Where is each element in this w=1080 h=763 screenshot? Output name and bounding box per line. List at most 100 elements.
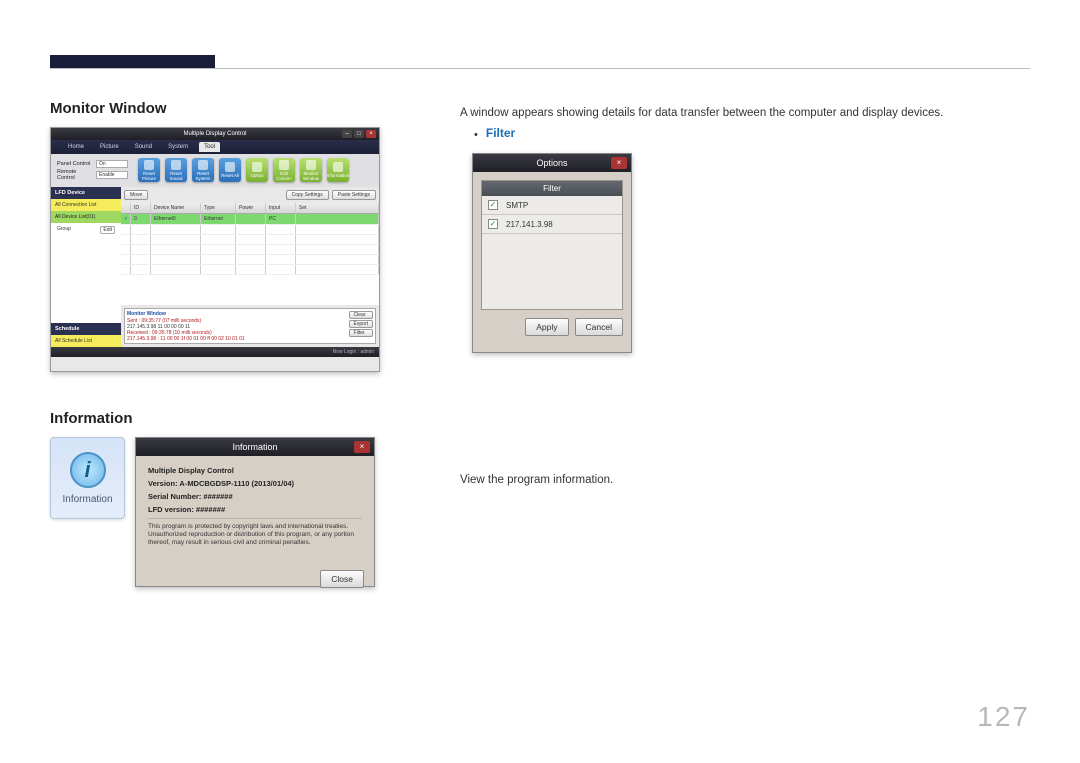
- reset-system-button[interactable]: Reset System: [192, 158, 214, 182]
- information-dialog: Information × Multiple Display Control V…: [135, 437, 375, 587]
- info-program-name: Multiple Display Control: [148, 466, 362, 475]
- information-label: Information: [327, 173, 350, 178]
- table-row: [121, 255, 379, 265]
- main-area: Move Copy Settings Paste Settings ID Dev…: [121, 187, 379, 347]
- panel-control-select[interactable]: On: [96, 160, 128, 168]
- reset-picture-label: Reset Picture: [138, 171, 160, 181]
- app-title: Multiple Display Control: [183, 131, 246, 137]
- col-input[interactable]: Input: [266, 203, 296, 213]
- sidebar-header-lfd: LFD Device: [51, 187, 121, 199]
- header-divider: [50, 68, 1030, 69]
- close-icon[interactable]: ×: [354, 441, 370, 453]
- close-icon[interactable]: ×: [611, 157, 627, 169]
- reset-sound-icon: [171, 160, 181, 170]
- filter-row[interactable]: ✓ SMTP: [482, 196, 622, 215]
- tab-tool[interactable]: Tool: [199, 142, 220, 152]
- filter-item-label: 217.141.3.98: [506, 220, 553, 229]
- log-filter-button[interactable]: Filter: [349, 329, 373, 337]
- log-export-button[interactable]: Export: [349, 320, 373, 328]
- tab-home[interactable]: Home: [63, 142, 89, 152]
- checkbox-icon[interactable]: ✓: [488, 200, 498, 210]
- checkbox-icon[interactable]: ✓: [488, 219, 498, 229]
- col-name[interactable]: Device Name: [151, 203, 201, 213]
- info-dialog-titlebar: Information ×: [136, 438, 374, 456]
- table-row: [121, 235, 379, 245]
- table-row[interactable]: ✓ 0 Ethernet0 Ethernet PC: [121, 214, 379, 225]
- filter-row[interactable]: ✓ 217.141.3.98: [482, 215, 622, 234]
- monitor-window-label: Monitor Window: [300, 171, 322, 181]
- cell-id: 0: [131, 214, 151, 224]
- move-button[interactable]: Move: [124, 190, 148, 200]
- filter-dialog-titlebar: Options ×: [473, 154, 631, 172]
- col-set[interactable]: Set: [296, 203, 379, 213]
- tab-system[interactable]: System: [163, 142, 193, 152]
- edit-column-button[interactable]: Edit Column: [273, 158, 295, 182]
- monitor-log-panel: Monitor Window Sent : 09:35:77 (07 milli…: [124, 308, 376, 344]
- cell-power: [236, 214, 266, 224]
- page-number: 127: [977, 701, 1030, 733]
- reset-sound-label: Reset Sound: [165, 171, 187, 181]
- cell-input: PC: [266, 214, 296, 224]
- sidebar-item-all-device[interactable]: All Device List(01): [51, 211, 121, 223]
- reset-system-icon: [198, 160, 208, 170]
- tab-sound[interactable]: Sound: [130, 142, 157, 152]
- device-table: ID Device Name Type Power Input Set ✓ 0 …: [121, 203, 379, 305]
- reset-all-icon: [225, 162, 235, 172]
- monitor-window-description: A window appears showing details for dat…: [460, 104, 1030, 122]
- remote-control-select[interactable]: Enable: [96, 171, 128, 179]
- info-version: Version: A-MDCBGDSP-1110 (2013/01/04): [148, 479, 362, 488]
- sidebar-group-label: Group: [57, 226, 71, 234]
- col-id[interactable]: ID: [131, 203, 151, 213]
- reset-sound-button[interactable]: Reset Sound: [165, 158, 187, 182]
- cell-set: [296, 214, 379, 224]
- close-button[interactable]: Close: [320, 570, 364, 588]
- info-dialog-title: Information: [232, 442, 277, 452]
- info-tile-label: Information: [62, 494, 112, 505]
- monitor-window-button[interactable]: Monitor Window: [300, 158, 322, 182]
- apply-button[interactable]: Apply: [525, 318, 568, 336]
- sidebar-edit-button[interactable]: Edit: [100, 226, 115, 234]
- sidebar-item-group[interactable]: Group Edit: [51, 223, 121, 237]
- paste-settings-button[interactable]: Paste Settings: [332, 190, 376, 200]
- tab-picture[interactable]: Picture: [95, 142, 124, 152]
- minimize-icon[interactable]: –: [342, 130, 352, 138]
- sidebar: LFD Device All Connection List All Devic…: [51, 187, 121, 347]
- app-window: Multiple Display Control – □ × Home Pict…: [50, 127, 380, 372]
- close-icon[interactable]: ×: [366, 130, 376, 138]
- reset-picture-icon: [144, 160, 154, 170]
- cancel-button[interactable]: Cancel: [575, 318, 623, 336]
- edit-column-label: Edit Column: [273, 171, 295, 181]
- col-power[interactable]: Power: [236, 203, 266, 213]
- sidebar-item-all-schedule[interactable]: All Schedule List: [51, 335, 121, 347]
- header-accent: [50, 55, 215, 68]
- information-icon: [333, 162, 343, 172]
- log-clear-button[interactable]: Clear: [349, 311, 373, 319]
- table-row: [121, 245, 379, 255]
- option-button[interactable]: Option: [246, 158, 268, 182]
- sidebar-item-all-connection[interactable]: All Connection List: [51, 199, 121, 211]
- bullet-icon: •: [474, 126, 478, 145]
- remote-control-label: Remote Control: [57, 169, 93, 181]
- table-header: ID Device Name Type Power Input Set: [121, 203, 379, 214]
- col-type[interactable]: Type: [201, 203, 236, 213]
- info-lfd-version: LFD version: #######: [148, 505, 362, 514]
- option-label: Option: [250, 173, 263, 178]
- information-button[interactable]: Information: [327, 158, 349, 182]
- filter-heading: Filter: [486, 126, 515, 145]
- app-tabs: Home Picture Sound System Tool: [51, 140, 379, 154]
- info-disclaimer: This program is protected by copyright l…: [148, 518, 362, 547]
- reset-system-label: Reset System: [192, 171, 214, 181]
- reset-picture-button[interactable]: Reset Picture: [138, 158, 160, 182]
- information-description: View the program information.: [460, 471, 1030, 489]
- section-information-title: Information: [50, 410, 380, 427]
- maximize-icon[interactable]: □: [354, 130, 364, 138]
- information-tile-button[interactable]: i Information: [50, 437, 125, 519]
- reset-all-button[interactable]: Reset All: [219, 158, 241, 182]
- app-footer: Now Login : admin: [51, 347, 379, 357]
- filter-item-label: SMTP: [506, 201, 528, 210]
- reset-all-label: Reset All: [221, 173, 239, 178]
- filter-inner-header: Filter: [482, 181, 622, 196]
- info-serial: Serial Number: #######: [148, 492, 362, 501]
- copy-settings-button[interactable]: Copy Settings: [286, 190, 329, 200]
- monitor-window-icon: [306, 160, 316, 170]
